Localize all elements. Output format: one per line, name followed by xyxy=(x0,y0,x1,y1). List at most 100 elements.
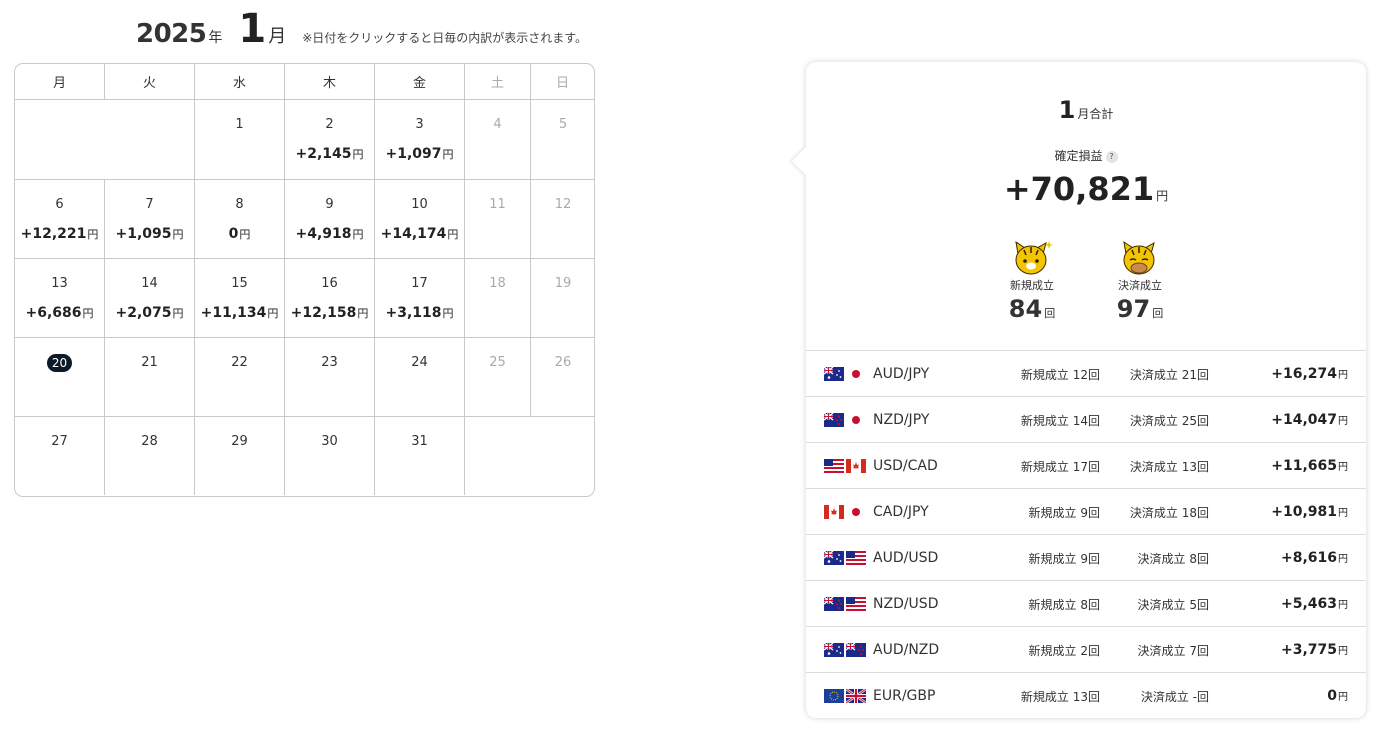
summary-month: 1 xyxy=(1058,96,1076,124)
summary-title-suffix: 月合計 xyxy=(1077,107,1114,121)
calendar-day-cell[interactable]: 11 xyxy=(465,180,531,259)
daily-pnl-unit: 円 xyxy=(357,307,369,320)
summary-panel: 1 月合計 確定損益? +70,821 円 新規成立 84 回 決済成立 97 … xyxy=(806,62,1366,718)
month-unit: 月 xyxy=(268,26,287,47)
day-number: 4 xyxy=(493,117,502,132)
pair-pnl-unit: 円 xyxy=(1338,508,1348,519)
summary-top: 1 月合計 確定損益? +70,821 円 新規成立 84 回 決済成立 97 … xyxy=(806,62,1366,351)
calendar-day-cell[interactable]: 20 xyxy=(15,338,105,417)
calendar-day-cell[interactable]: 26 xyxy=(531,338,594,417)
currency-pair-name: CAD/JPY xyxy=(873,504,929,520)
daily-pnl-unit: 円 xyxy=(172,307,184,320)
currency-pair-row: NZD/USD 新規成立 8回 決済成立 5回 +5,463円 xyxy=(806,581,1366,627)
daily-pnl-value: +14,174 xyxy=(380,226,447,242)
calendar-day-cell[interactable]: 16 +12,158円 xyxy=(285,259,375,338)
calendar-day-cell[interactable]: 3 +1,097円 xyxy=(375,100,465,180)
day-number: 16 xyxy=(321,276,338,291)
new-orders-count: 新規成立 14回 xyxy=(1020,414,1100,428)
currency-pair-row: AUD/USD 新規成立 9回 決済成立 8回 +8,616円 xyxy=(806,535,1366,581)
pair-pnl: 0円 xyxy=(1327,688,1348,704)
daily-pnl-value: +6,686 xyxy=(25,305,82,321)
tiger-mascot-icon xyxy=(1118,240,1162,276)
day-number: 13 xyxy=(51,276,68,291)
calendar-day-cell[interactable]: 2 +2,145円 xyxy=(285,100,375,180)
calendar-day-cell[interactable]: 24 xyxy=(375,338,465,417)
currency-flags-icon xyxy=(824,689,866,703)
currency-flags-icon xyxy=(824,459,866,473)
pnl-total: +70,821 円 xyxy=(806,170,1366,208)
calendar-day-cell[interactable]: 6 +12,221円 xyxy=(15,180,105,259)
calendar-day-cell[interactable]: 12 xyxy=(531,180,594,259)
calendar-day-cell[interactable]: 1 xyxy=(195,100,285,180)
daily-pnl: +6,686円 xyxy=(25,305,93,321)
calendar-day-cell[interactable]: 25 xyxy=(465,338,531,417)
currency-flags-icon xyxy=(824,367,866,381)
pair-pnl-unit: 円 xyxy=(1338,646,1348,657)
day-number: 18 xyxy=(489,276,506,291)
pair-pnl-value: +3,775 xyxy=(1280,642,1337,658)
calendar-empty-cell xyxy=(465,417,531,495)
calendar-day-cell[interactable]: 14 +2,075円 xyxy=(105,259,195,338)
day-number: 9 xyxy=(325,197,334,212)
calendar: 月火水木金土日 1 2 +2,145円 3 +1,097円 4 5 6 +12,221円 7 +1,0… xyxy=(14,63,595,497)
new-orders-label: 新規成立 xyxy=(1010,279,1054,292)
pair-pnl: +14,047円 xyxy=(1271,412,1348,428)
calendar-day-cell[interactable]: 19 xyxy=(531,259,594,338)
currency-pair-row: NZD/JPY 新規成立 14回 決済成立 25回 +14,047円 xyxy=(806,397,1366,443)
daily-pnl-unit: 円 xyxy=(352,148,364,161)
day-number: 2 xyxy=(325,117,334,132)
calendar-day-cell[interactable]: 21 xyxy=(105,338,195,417)
new-orders-count: 新規成立 8回 xyxy=(1028,598,1100,612)
calendar-day-cell[interactable]: 5 xyxy=(531,100,594,180)
currency-pair-name: NZD/JPY xyxy=(873,412,930,428)
calendar-day-cell[interactable]: 31 xyxy=(375,417,465,495)
daily-pnl: +11,134円 xyxy=(201,305,279,321)
calendar-day-cell[interactable]: 29 xyxy=(195,417,285,495)
calendar-day-cell[interactable]: 13 +6,686円 xyxy=(15,259,105,338)
day-number: 12 xyxy=(554,197,572,212)
pair-pnl-unit: 円 xyxy=(1338,416,1348,427)
pnl-total-value: +70,821 xyxy=(1003,170,1155,208)
daily-pnl: +4,918円 xyxy=(295,226,363,242)
weekday-header: 水 xyxy=(195,64,285,100)
day-number: 5 xyxy=(558,117,568,132)
calendar-empty-cell xyxy=(531,417,594,495)
pair-pnl: +5,463円 xyxy=(1281,596,1348,612)
daily-pnl-value: +1,095 xyxy=(115,226,172,242)
calendar-day-cell[interactable]: 9 +4,918円 xyxy=(285,180,375,259)
currency-flags-icon xyxy=(824,505,866,519)
pair-pnl-unit: 円 xyxy=(1338,600,1348,611)
new-orders-count: 新規成立 2回 xyxy=(1028,644,1100,658)
calendar-day-cell[interactable]: 8 0円 xyxy=(195,180,285,259)
pair-pnl-value: 0 xyxy=(1327,688,1337,704)
closed-orders-count: 決済成立 21回 xyxy=(1129,368,1209,382)
currency-pair-list: AUD/JPY 新規成立 12回 決済成立 21回 +16,274円 NZD/JPY 新規… xyxy=(806,351,1366,719)
calendar-day-cell[interactable]: 22 xyxy=(195,338,285,417)
day-number: 3 xyxy=(415,117,424,132)
calendar-day-cell[interactable]: 10 +14,174円 xyxy=(375,180,465,259)
help-icon[interactable]: ? xyxy=(1105,151,1118,163)
closed-orders-stat: 決済成立 97 回 xyxy=(1100,240,1180,323)
calendar-day-cell[interactable]: 4 xyxy=(465,100,531,180)
calendar-day-cell[interactable]: 7 +1,095円 xyxy=(105,180,195,259)
currency-flags-icon xyxy=(824,551,866,565)
daily-pnl-value: +2,145 xyxy=(295,146,352,162)
calendar-day-cell[interactable]: 27 xyxy=(15,417,105,495)
summary-title: 1 月合計 xyxy=(806,96,1366,124)
calendar-day-cell[interactable]: 18 xyxy=(465,259,531,338)
calendar-day-cell[interactable]: 17 +3,118円 xyxy=(375,259,465,338)
daily-pnl-unit: 円 xyxy=(87,228,99,241)
pnl-label: 確定損益? xyxy=(806,147,1366,164)
daily-pnl-unit: 円 xyxy=(442,307,454,320)
calendar-day-cell[interactable]: 30 xyxy=(285,417,375,495)
closed-orders-count-value: 97 xyxy=(1116,295,1151,323)
pair-pnl-unit: 円 xyxy=(1338,370,1348,381)
currency-pair-row: AUD/JPY 新規成立 12回 決済成立 21回 +16,274円 xyxy=(806,351,1366,397)
new-orders-count: 新規成立 13回 xyxy=(1020,690,1100,704)
pair-pnl-value: +5,463 xyxy=(1280,596,1337,612)
calendar-day-cell[interactable]: 28 xyxy=(105,417,195,495)
pair-pnl-value: +8,616 xyxy=(1280,550,1337,566)
calendar-empty-cell xyxy=(105,100,195,180)
calendar-day-cell[interactable]: 15 +11,134円 xyxy=(195,259,285,338)
calendar-day-cell[interactable]: 23 xyxy=(285,338,375,417)
